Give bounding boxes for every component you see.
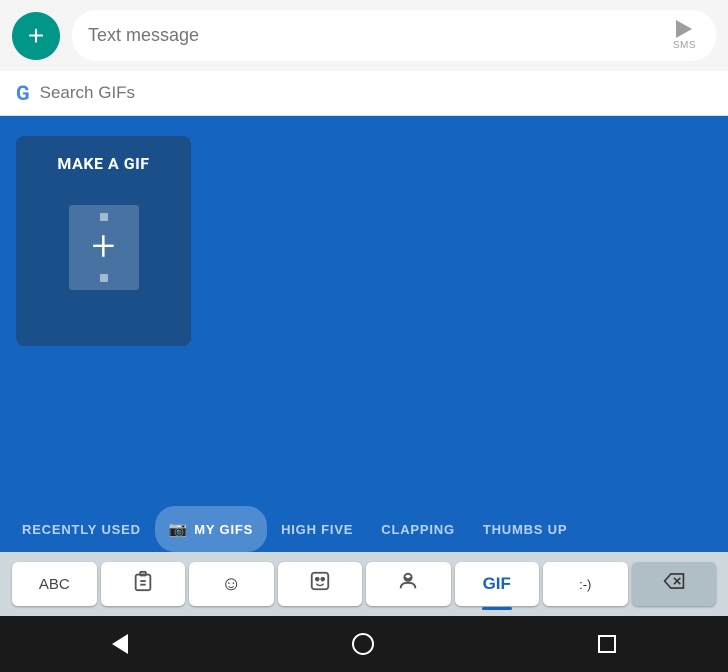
bitmoji-icon — [397, 570, 419, 598]
tab-recently-used[interactable]: RECENTLY USED — [8, 508, 155, 551]
keyboard-clipboard-key[interactable] — [101, 562, 186, 606]
gif-search-input[interactable] — [40, 83, 712, 103]
category-tabs: RECENTLY USED 📷 MY GIFS HIGH FIVE CLAPPI… — [0, 506, 728, 552]
search-bar: G — [0, 71, 728, 116]
keyboard-sticker-key[interactable] — [278, 562, 363, 606]
make-gif-card[interactable]: MAKE A GIF + — [16, 136, 191, 346]
make-gif-title: MAKE A GIF — [57, 154, 149, 173]
text-input-wrapper: SMS — [72, 10, 716, 61]
emoji-icon: ☺ — [221, 573, 241, 596]
nav-home-button[interactable] — [352, 633, 374, 655]
keyboard-bar: ABC ☺ — [0, 552, 728, 616]
plus-icon: + — [28, 22, 44, 50]
back-icon — [112, 634, 128, 654]
message-bar: + SMS — [0, 0, 728, 71]
recents-icon — [598, 635, 616, 653]
send-label: SMS — [673, 40, 696, 51]
make-gif-icon: + — [59, 197, 149, 297]
nav-back-button[interactable] — [112, 634, 128, 654]
home-icon — [352, 633, 374, 655]
google-logo: G — [16, 81, 30, 105]
message-input[interactable] — [88, 25, 669, 46]
tab-my-gifs[interactable]: 📷 MY GIFS — [155, 506, 267, 552]
tab-thumbs-up[interactable]: THUMBS UP — [469, 508, 581, 551]
send-icon — [676, 20, 692, 38]
keyboard-emoji-key[interactable]: ☺ — [189, 562, 274, 606]
clipboard-icon — [132, 570, 154, 598]
tab-clapping[interactable]: CLAPPING — [367, 508, 469, 551]
keyboard-bitmoji-key[interactable] — [366, 562, 451, 606]
system-nav-bar — [0, 616, 728, 672]
delete-icon — [663, 572, 685, 596]
keyboard-delete-key[interactable] — [632, 562, 717, 606]
film-strip-icon: + — [69, 205, 139, 290]
add-button[interactable]: + — [12, 12, 60, 60]
tab-high-five[interactable]: HIGH FIVE — [267, 508, 367, 551]
gif-content-area: MAKE A GIF + — [0, 116, 728, 506]
send-button[interactable]: SMS — [669, 20, 700, 51]
camera-icon: 📷 — [169, 520, 188, 538]
keyboard-emoticon-key[interactable]: :-) — [543, 562, 628, 606]
film-plus-icon: + — [92, 226, 116, 268]
keyboard-gif-key[interactable]: GIF — [455, 562, 540, 606]
nav-recents-button[interactable] — [598, 635, 616, 653]
sticker-icon — [309, 570, 331, 598]
keyboard-abc-key[interactable]: ABC — [12, 562, 97, 606]
